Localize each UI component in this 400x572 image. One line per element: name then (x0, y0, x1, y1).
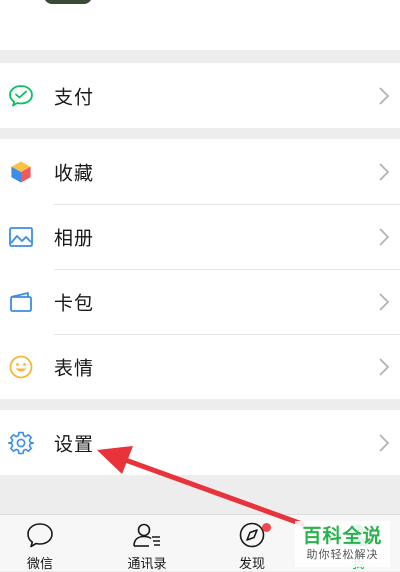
menu-group-main: 收藏 相册 卡包 表情 (0, 139, 400, 399)
menu-item-settings-label: 设置 (54, 433, 95, 455)
photo-album-icon (8, 224, 34, 250)
menu-item-pay-label: 支付 (54, 86, 95, 108)
menu-item-album-label: 相册 (54, 227, 95, 249)
notification-dot (262, 523, 271, 532)
chevron-right-icon (379, 357, 390, 376)
wallet-pay-icon (8, 83, 34, 109)
menu-item-album[interactable]: 相册 (0, 204, 400, 269)
menu-item-cards[interactable]: 卡包 (0, 269, 400, 334)
chat-bubble-icon (27, 523, 53, 548)
chevron-right-icon (379, 292, 390, 311)
smiley-icon (8, 354, 34, 380)
menu-item-cards-label: 卡包 (54, 292, 95, 314)
watermark-subtitle: 助你轻松解决 (306, 548, 379, 561)
menu-group-settings: 设置 (0, 410, 400, 475)
watermark-logo: 百科全说 助你轻松解决 (295, 521, 390, 567)
tab-discover[interactable]: 发现 (212, 515, 292, 572)
menu-item-settings[interactable]: 设置 (0, 410, 400, 475)
chevron-right-icon (379, 86, 390, 105)
menu-item-favorites-label: 收藏 (54, 162, 95, 184)
menu-item-stickers-label: 表情 (54, 357, 95, 379)
gear-icon (8, 430, 34, 456)
tab-chats-label: 微信 (26, 557, 53, 572)
watermark-title: 百科全说 (302, 525, 383, 547)
profile-header[interactable] (0, 0, 400, 50)
menu-item-favorites[interactable]: 收藏 (0, 139, 400, 204)
menu-item-stickers[interactable]: 表情 (0, 334, 400, 399)
tab-chats[interactable]: 微信 (0, 515, 80, 572)
tab-contacts-label: 通讯录 (127, 557, 167, 572)
cube-icon (8, 159, 34, 185)
contacts-icon (133, 523, 160, 547)
card-wallet-icon (8, 289, 34, 315)
tab-contacts[interactable]: 通讯录 (107, 515, 187, 572)
chevron-right-icon (379, 227, 390, 246)
chevron-right-icon (379, 433, 390, 452)
chevron-right-icon (379, 162, 390, 181)
menu-item-pay[interactable]: 支付 (0, 63, 400, 128)
menu-group-pay: 支付 (0, 63, 400, 128)
avatar[interactable] (44, 0, 92, 4)
tab-discover-label: 发现 (238, 557, 265, 572)
